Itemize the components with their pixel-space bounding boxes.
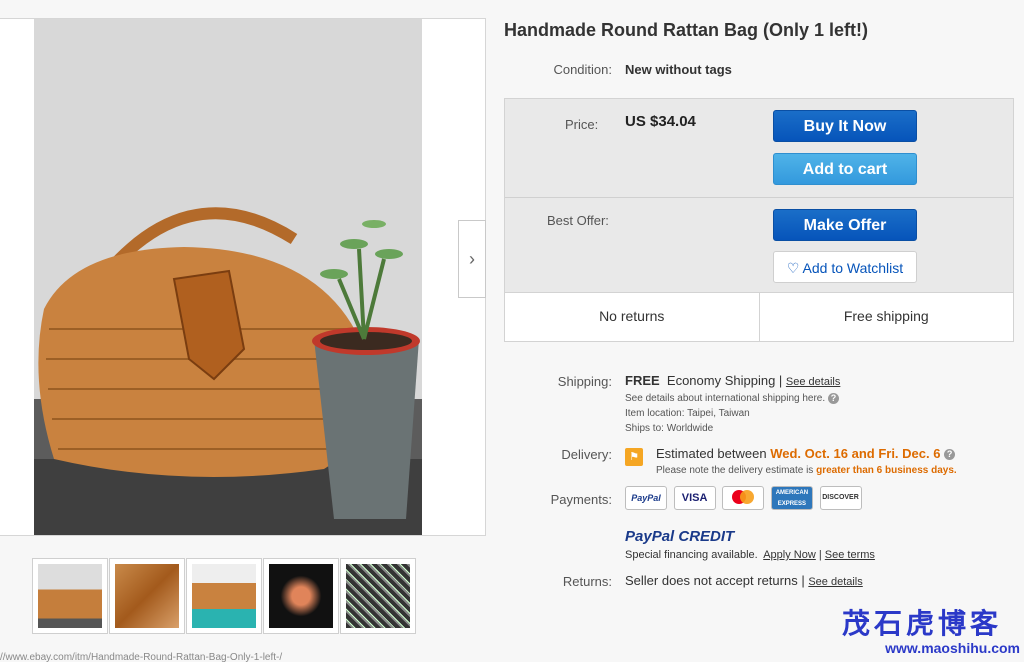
- shipping-label: Shipping:: [557, 374, 612, 389]
- payments-label: Payments:: [550, 492, 612, 507]
- url-bar-fragment: //www.ebay.com/itm/Handmade-Round-Rattan…: [0, 652, 283, 662]
- summary-strip: No returns Free shipping: [505, 292, 1013, 341]
- discover-logo: DISCOVER: [819, 486, 862, 510]
- apply-now-link[interactable]: Apply Now: [763, 549, 816, 561]
- shipping-summary: Free shipping: [758, 293, 1014, 341]
- main-product-photo[interactable]: [34, 19, 422, 535]
- thumbnail-image: [115, 564, 179, 628]
- buy-box-divider: [505, 197, 1013, 198]
- buy-it-now-button[interactable]: Buy It Now: [773, 110, 917, 142]
- condition-label: Condition:: [553, 62, 612, 77]
- watchlist-label: Add to Watchlist: [802, 260, 904, 276]
- delivery-note-highlight: greater than 6 business days.: [816, 465, 957, 476]
- paypal-credit-logo: PayPal CREDIT: [625, 528, 735, 545]
- intl-shipping-note: See details about international shipping…: [625, 393, 826, 404]
- thumbnail-2[interactable]: [109, 558, 185, 634]
- returns-summary: No returns: [599, 308, 665, 324]
- heart-icon: ♡: [786, 260, 800, 276]
- thumbnail-5[interactable]: [340, 558, 416, 634]
- amex-logo: AMERICAN EXPRESS: [770, 486, 813, 510]
- mastercard-circles: [732, 490, 755, 504]
- thumbnail-strip: [32, 558, 417, 634]
- financing-text: Special financing available.: [625, 549, 758, 561]
- returns-label: Returns:: [562, 574, 612, 589]
- thumbnail-4[interactable]: [263, 558, 339, 634]
- delivery-note: Please note the delivery estimate is: [656, 465, 814, 476]
- delivery-estimated-prefix: Estimated between: [656, 446, 767, 461]
- delivery-date-range: Wed. Oct. 16 and Fri. Dec. 6: [770, 446, 941, 461]
- mastercard-logo: [722, 486, 765, 510]
- delivery-label: Delivery:: [561, 447, 612, 462]
- shipping-details: FREE Economy Shipping | See details See …: [625, 373, 985, 436]
- next-image-arrow[interactable]: ›: [458, 220, 486, 298]
- see-terms-link[interactable]: See terms: [825, 549, 875, 561]
- shipping-free: FREE: [625, 373, 660, 388]
- thumbnail-image: [192, 564, 256, 628]
- paypal-credit-block: PayPal CREDIT Special financing availabl…: [625, 528, 985, 563]
- help-icon[interactable]: ?: [944, 449, 956, 461]
- buy-box: Price: US $34.04 Buy It Now Add to cart …: [504, 98, 1014, 342]
- item-title: Handmade Round Rattan Bag (Only 1 left!): [504, 20, 869, 40]
- returns-see-details-link[interactable]: See details: [808, 576, 862, 588]
- payment-logos: PayPal VISA AMERICAN EXPRESS DISCOVER: [625, 486, 865, 510]
- shipping-method: Economy Shipping: [666, 373, 776, 388]
- price-label: Price:: [565, 117, 599, 132]
- shipping-see-details-link[interactable]: See details: [786, 376, 840, 388]
- delivery-flag-icon: ⚑: [625, 448, 643, 466]
- returns-details: Seller does not accept returns | See det…: [625, 573, 863, 588]
- paypal-logo: PayPal: [625, 486, 667, 510]
- image-viewer: [0, 18, 486, 536]
- price-value: US $34.04: [625, 113, 696, 130]
- thumbnail-3[interactable]: [186, 558, 262, 634]
- add-to-watchlist-button[interactable]: ♡ Add to Watchlist: [773, 251, 917, 283]
- ships-to: Ships to: Worldwide: [625, 423, 714, 434]
- thumbnail-image: [346, 564, 410, 628]
- best-offer-label: Best Offer:: [547, 213, 609, 228]
- watermark-chinese: 茂石虎博客: [841, 607, 1002, 640]
- condition-value: New without tags: [625, 62, 732, 77]
- chevron-right-icon: ›: [469, 248, 475, 269]
- visa-logo: VISA: [673, 486, 716, 510]
- thumbnail-image: [269, 564, 333, 628]
- returns-text: Seller does not accept returns |: [625, 573, 805, 588]
- make-offer-button[interactable]: Make Offer: [773, 209, 917, 241]
- item-location: Item location: Taipei, Taiwan: [625, 408, 750, 419]
- thumbnail-image: [38, 564, 102, 628]
- help-icon[interactable]: ?: [827, 392, 839, 404]
- thumbnail-1[interactable]: [32, 558, 108, 634]
- add-to-cart-button[interactable]: Add to cart: [773, 153, 917, 185]
- delivery-details: Estimated between Wed. Oct. 16 and Fri. …: [656, 446, 1016, 478]
